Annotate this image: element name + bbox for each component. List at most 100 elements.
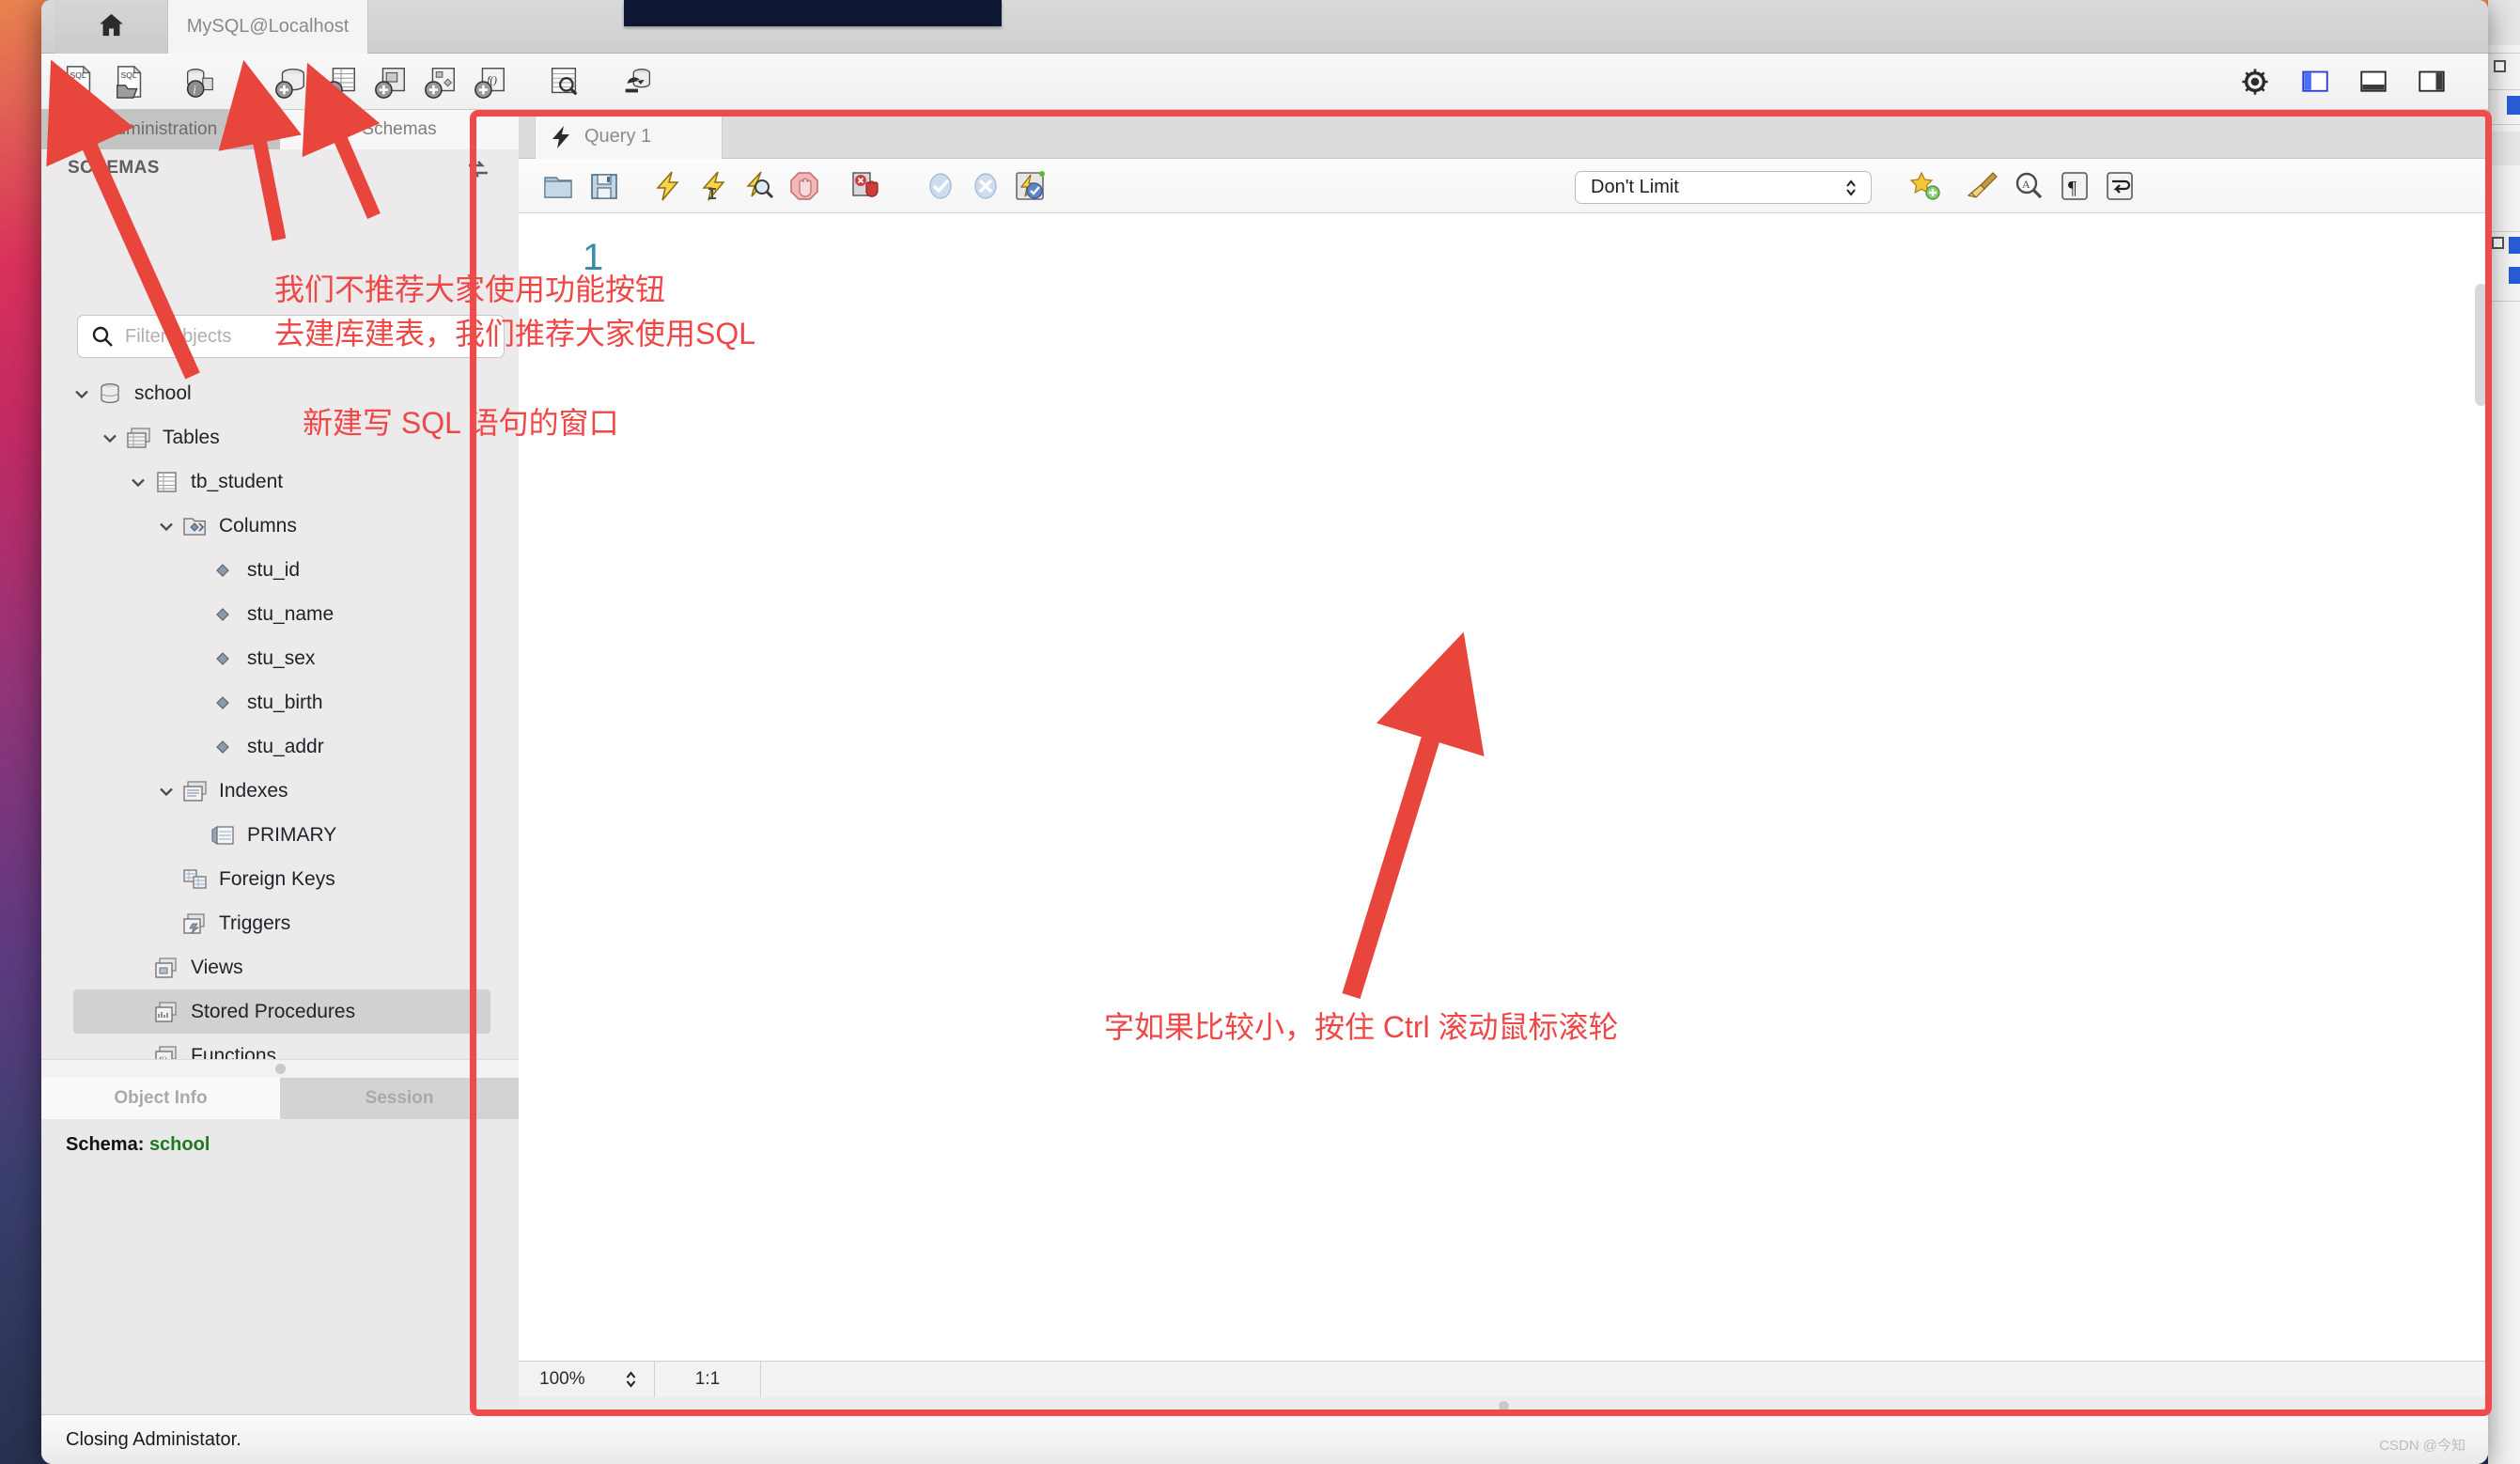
gear-icon[interactable] [2234,61,2276,102]
column-icon [210,736,236,758]
column-icon [210,603,236,626]
tree-item-stu-id[interactable]: stu_id [41,548,519,592]
explain-statement-icon[interactable] [740,167,778,205]
open-script-icon[interactable] [539,167,577,205]
tab-object-info[interactable]: Object Info [41,1078,280,1119]
tree-item-label: school [134,382,192,404]
object-info-body: Schema: school [41,1119,519,1414]
new-sql-tab-icon[interactable]: SQL [58,60,101,103]
rollback-icon[interactable] [967,167,1004,205]
chevron-down-icon[interactable] [128,472,148,492]
mysql-workbench-window: MySQL@Localhost SQL SQL i f() Administra… [41,0,2488,1464]
create-schema-icon[interactable] [270,60,313,103]
commit-icon[interactable] [922,167,959,205]
chevron-down-icon[interactable] [71,383,92,404]
tree-item-foreign-keys[interactable]: Foreign Keys [41,857,519,901]
tab-administration[interactable]: Administration [41,110,280,149]
tree-item-tables[interactable]: Tables [41,415,519,459]
column-icon [210,559,236,582]
query-tabstrip: Query 1 [519,110,2488,159]
home-icon [97,10,126,44]
toggle-output-icon[interactable] [2353,61,2394,102]
background-dark-panel [624,0,1002,26]
filter-objects-field[interactable] [77,315,505,358]
object-info-tabstrip: Object Info Session [41,1078,519,1119]
desktop-background [2488,0,2520,1464]
svg-text:A: A [2022,178,2030,191]
schema-info-value: school [148,1134,210,1155]
toggle-sidebar-icon[interactable] [2294,61,2336,102]
filter-objects-input[interactable] [125,325,473,348]
schema-info-line: Schema: school [66,1134,519,1156]
connection-tab[interactable]: MySQL@Localhost [167,0,368,54]
tree-item-columns[interactable]: Columns [41,504,519,548]
search-data-icon[interactable] [542,60,585,103]
toggle-wrapping-icon[interactable] [2101,167,2139,205]
tree-item-label: stu_addr [247,735,324,757]
beautify-query-icon[interactable] [1964,167,2001,205]
tree-item-indexes[interactable]: Indexes [41,769,519,813]
create-view-icon[interactable] [369,60,412,103]
editor-vertical-scrollbar[interactable] [2475,284,2488,406]
chevron-updown-icon [1844,178,1858,198]
server-info-icon[interactable]: i [178,60,221,103]
tree-item-stu-name[interactable]: stu_name [41,592,519,636]
tree-item-views[interactable]: Views [41,945,519,989]
tree-item-school[interactable]: school [41,371,519,415]
chevron-down-icon[interactable] [100,428,120,448]
find-icon[interactable]: A [2010,167,2047,205]
row-limit-select[interactable]: Don't Limit [1575,171,1872,204]
create-table-icon[interactable] [319,60,363,103]
toggle-autocommit-icon[interactable] [1011,167,1049,205]
stop-execution-icon[interactable] [786,167,823,205]
reconnect-server-icon[interactable] [616,60,660,103]
editor-zoom-value: 100% [539,1369,585,1389]
query-tab-query-1[interactable]: Query 1 [535,114,723,159]
save-script-icon[interactable] [585,167,623,205]
tree-item-label: Indexes [219,779,288,802]
tree-item-triggers[interactable]: Triggers [41,901,519,945]
tree-item-primary[interactable]: PRIMARY [41,813,519,857]
tree-item-stu-sex[interactable]: stu_sex [41,636,519,680]
create-procedure-icon[interactable] [419,60,462,103]
tree-item-stu-addr[interactable]: stu_addr [41,724,519,769]
refresh-icon[interactable] [466,157,490,181]
editor-zoom-control[interactable]: 100% [519,1362,655,1397]
toggle-invisible-chars-icon[interactable]: ¶ [2056,167,2093,205]
sql-editor-panel: Query 1 Don't Limit A ¶ 100% 1:1 [519,110,2488,1414]
tables-icon [126,427,151,449]
open-sql-script-icon[interactable]: SQL [109,60,152,103]
sql-code-editor[interactable] [519,213,2488,1361]
tab-schemas[interactable]: Schemas [280,110,519,149]
editor-bottom-splitter[interactable] [519,1397,2488,1414]
sidebar-splitter[interactable] [41,1059,519,1078]
application-status-bar: Closing Administator. CSDN @今知 [41,1414,2488,1464]
tree-item-label: Views [191,956,243,978]
execute-statement-icon[interactable] [649,167,687,205]
tree-item-label: Stored Procedures [191,1000,356,1022]
cursor-position-value: 1:1 [694,1369,721,1389]
home-button[interactable] [54,0,167,54]
editor-status-bar: 100% 1:1 [519,1361,2488,1397]
execute-current-statement-icon[interactable] [695,167,733,205]
create-function-icon[interactable]: f() [469,60,512,103]
query-toolbar: Don't Limit A ¶ [519,159,2488,213]
tree-item-label: stu_name [247,602,334,625]
column-icon [210,692,236,714]
tree-item-label: Columns [219,514,297,537]
tab-session[interactable]: Session [280,1078,519,1119]
add-snippet-icon[interactable] [1906,167,1944,205]
tree-item-stu-birth[interactable]: stu_birth [41,680,519,724]
toggle-secondary-sidebar-icon[interactable] [2411,61,2452,102]
chevron-down-icon[interactable] [156,781,177,802]
tree-item-tb-student[interactable]: tb_student [41,459,519,504]
stop-on-error-icon[interactable] [848,167,885,205]
chevron-down-icon[interactable] [156,516,177,537]
tree-item-stored-procedures[interactable]: Stored Procedures [73,989,490,1034]
